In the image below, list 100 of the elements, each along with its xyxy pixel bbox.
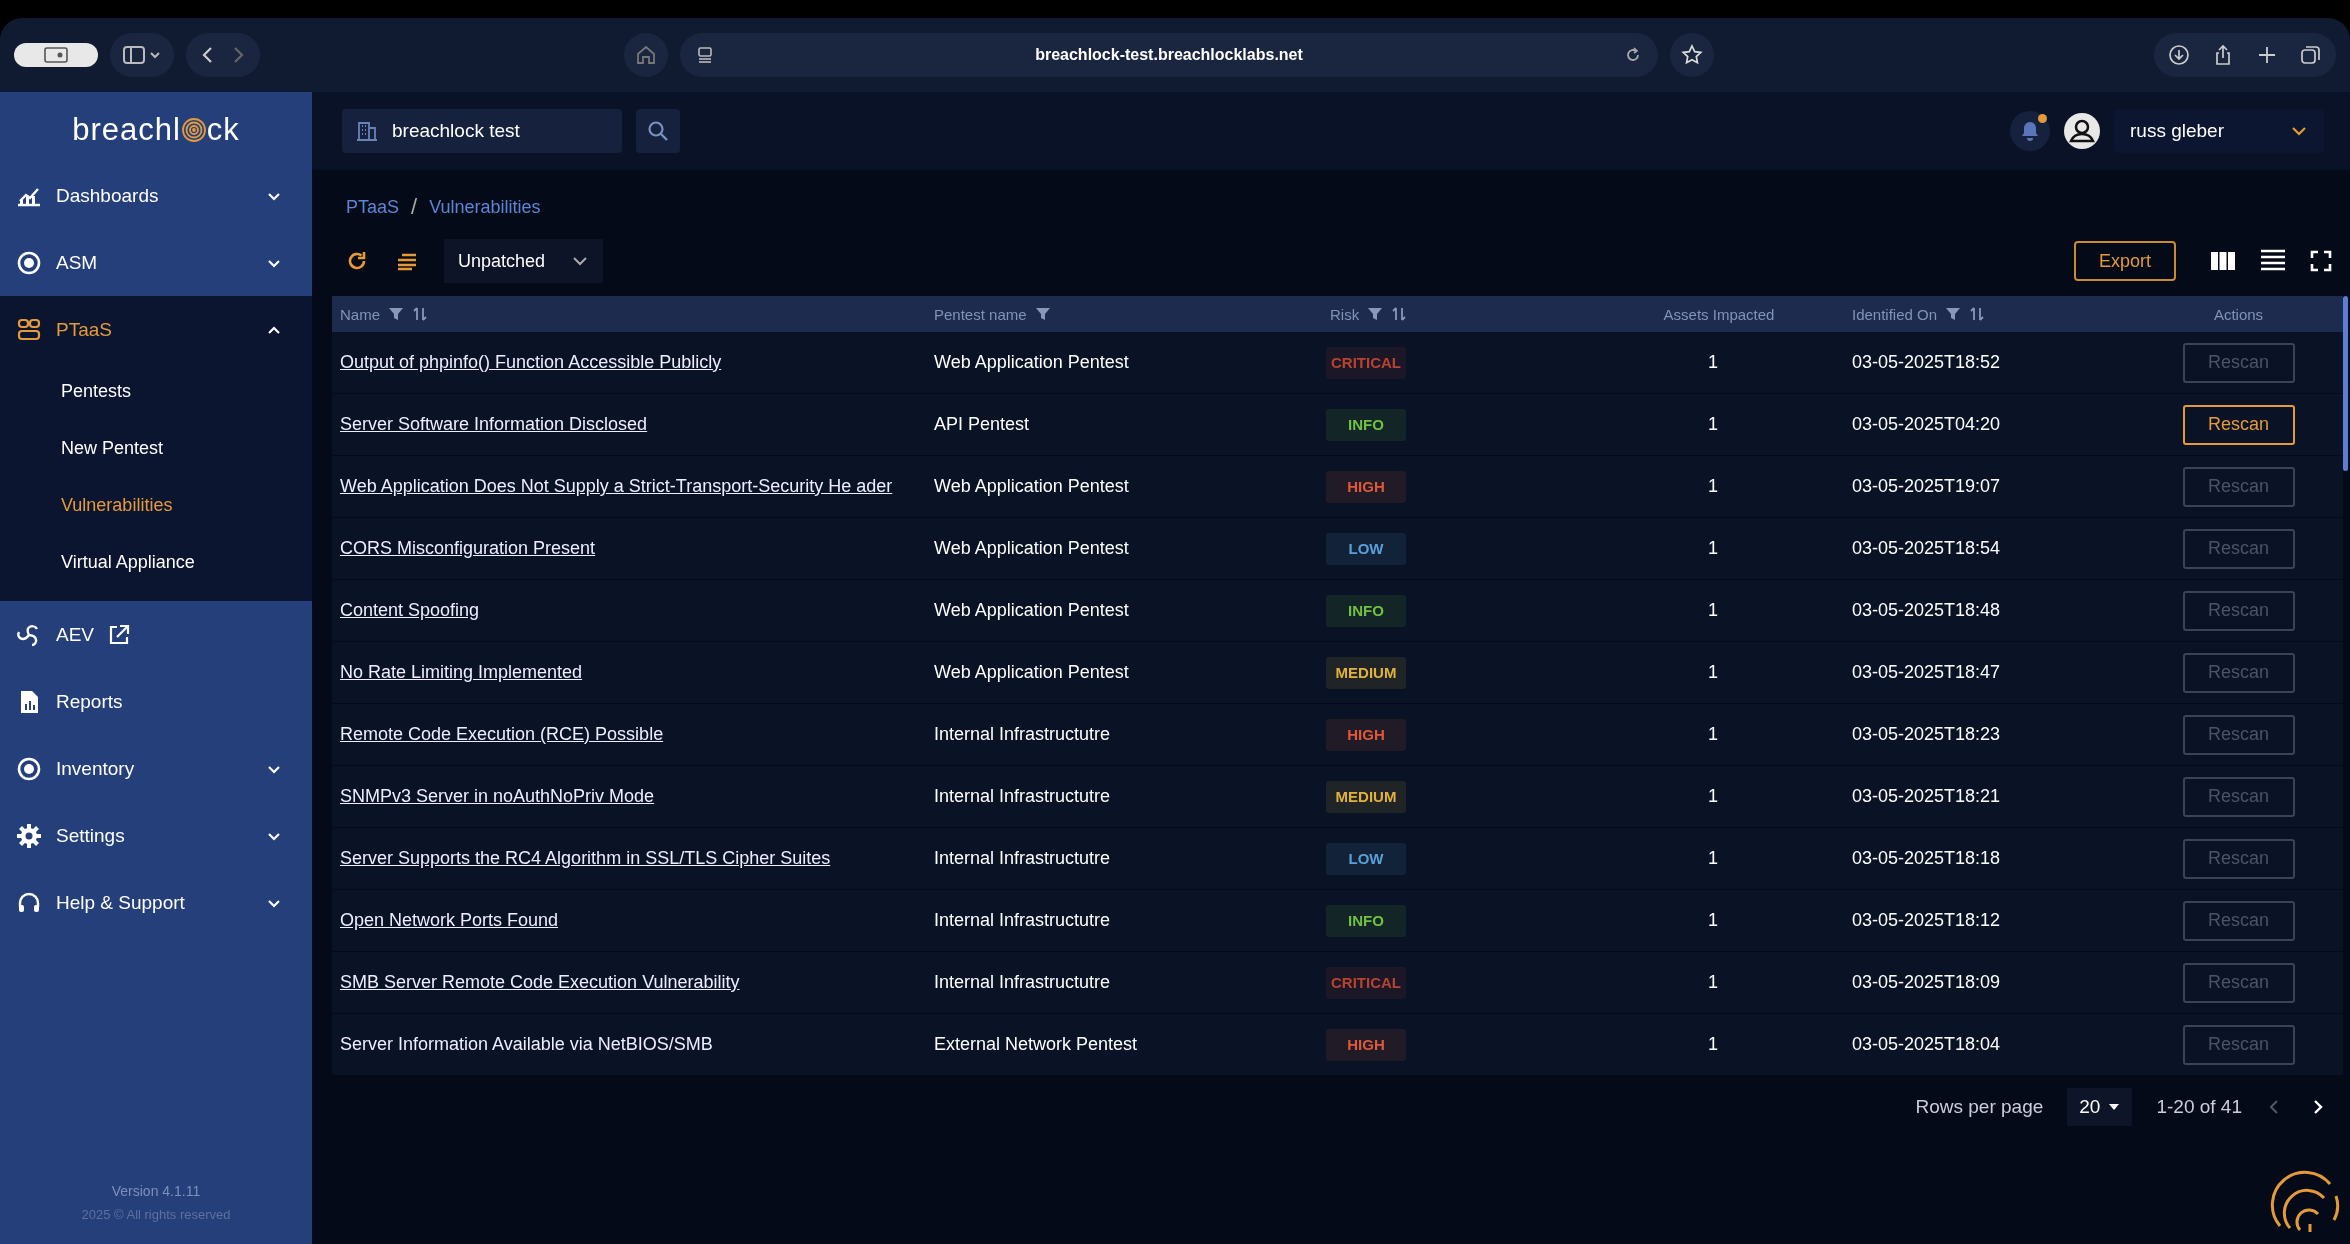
table-cell: 1 [1708, 848, 1718, 868]
url-text: breachlock-test.breachlocklabs.net [1034, 46, 1304, 64]
table-cell: Web Application Pentest [934, 600, 1129, 620]
rows-per-page-label: Rows per page [1915, 1096, 2044, 1118]
column-header: Name [340, 305, 380, 323]
column-header: Actions [2213, 305, 2264, 323]
building-icon [356, 120, 378, 142]
nav-item[interactable]: Help & Support [0, 869, 312, 936]
table-cell: 03-05-2025T18:47 [1852, 662, 2001, 682]
user-menu[interactable]: russ gleber [2114, 109, 2324, 153]
nav-subitem[interactable]: Virtual Appliance [0, 534, 312, 591]
risk-badge: LOW [1326, 842, 1406, 875]
nav-item[interactable]: PTaaS [0, 296, 312, 363]
table-cell: 03-05-2025T18:23 [1852, 724, 2001, 744]
table-cell: Web Application Pentest [934, 662, 1129, 682]
reload-icon[interactable] [1624, 46, 1642, 64]
nav-item[interactable]: Dashboards [0, 162, 312, 229]
notification-button[interactable] [2010, 111, 2050, 151]
sidebar-toggle-button[interactable] [110, 33, 174, 77]
table-cell: Internal Infrastructutre [934, 724, 1111, 744]
risk-badge: LOW [1326, 532, 1406, 565]
nav-item[interactable]: Settings [0, 802, 312, 869]
nav-item[interactable]: AEV [0, 601, 312, 668]
plus-icon[interactable] [2256, 44, 2278, 66]
breadcrumb-separator: / [411, 194, 418, 220]
table-cell: Web Application Pentest [934, 476, 1129, 496]
table-cell: 1 [1708, 476, 1718, 496]
risk-badge: CRITICAL [1326, 966, 1406, 999]
search-button[interactable] [636, 109, 680, 153]
sort-icon[interactable] [1969, 306, 1986, 322]
table-cell: 1 [1708, 600, 1718, 620]
nav-item[interactable]: ASM [0, 229, 312, 296]
table-cell: 03-05-2025T18:04 [1852, 1034, 2001, 1054]
profile-button[interactable] [14, 43, 98, 67]
filter-icon[interactable] [388, 306, 404, 322]
nav-subitem[interactable]: Vulnerabilities [0, 477, 312, 534]
table-cell: 1 [1708, 538, 1718, 558]
column-header: Identified On [1852, 305, 1938, 323]
export-button[interactable]: Export [2074, 241, 2176, 281]
table-cell: 03-05-2025T18:52 [1852, 352, 2001, 372]
table-cell: 03-05-2025T18:09 [1852, 972, 2001, 992]
table-cell: 1 [1708, 724, 1718, 744]
avatar-icon [2064, 113, 2100, 149]
column-header: Assets Impacted [1663, 305, 1775, 323]
table-cell: Internal Infrastructutre [934, 786, 1111, 806]
table-cell: 03-05-2025T18:21 [1852, 786, 2001, 806]
address-bar[interactable]: breachlock-test.breachlocklabs.net [680, 33, 1658, 77]
organization-selector[interactable]: breachlock test [342, 109, 622, 153]
profile-icon [44, 47, 68, 63]
search-icon [647, 120, 669, 142]
nav-item[interactable]: Reports [0, 668, 312, 735]
page-range: 1-20 of 41 [2156, 1096, 2242, 1118]
star-icon [1680, 43, 1704, 67]
scrollbar[interactable] [2343, 296, 2348, 471]
bookmark-button[interactable] [1670, 33, 1714, 77]
table-cell: Internal Infrastructutre [934, 910, 1111, 930]
target-icon [16, 249, 42, 276]
risk-badge: CRITICAL [1326, 346, 1406, 379]
breadcrumb-link[interactable]: Vulnerabilities [429, 196, 541, 218]
sort-icon[interactable] [412, 306, 428, 322]
gear-icon [16, 822, 42, 849]
column-header: Risk [1330, 305, 1360, 323]
column-header: Pentest name [934, 305, 1027, 323]
rows-per-page-select[interactable]: 20 [2067, 1088, 2133, 1126]
table-cell: Internal Infrastructutre [934, 848, 1111, 868]
table-cell: 1 [1708, 972, 1718, 992]
risk-badge: HIGH [1326, 1028, 1406, 1061]
home-button[interactable] [624, 33, 668, 77]
version-text: Version 4.1.11 [111, 1183, 201, 1199]
download-icon[interactable] [2168, 44, 2190, 66]
rescan-button[interactable]: Rescan [2182, 404, 2295, 445]
table-cell: External Network Pentest [934, 1034, 1138, 1054]
sidebar-icon [122, 45, 162, 65]
table-cell: 03-05-2025T19:07 [1852, 476, 2001, 496]
filter-icon[interactable] [1367, 306, 1384, 322]
stack-icon [16, 316, 42, 343]
table-cell: Internal Infrastructutre [934, 972, 1111, 992]
table-cell: 1 [1708, 352, 1718, 372]
table-cell: 1 [1708, 662, 1718, 682]
fullscreen-icon[interactable] [2310, 250, 2332, 272]
nav-subitem[interactable]: Pentests [0, 363, 312, 420]
logo: breachl ck [71, 111, 241, 149]
sort-icon[interactable] [1391, 306, 1408, 322]
filter-icon[interactable] [1034, 306, 1051, 322]
tabs-icon[interactable] [2300, 44, 2322, 66]
risk-badge: INFO [1326, 904, 1406, 937]
page-icon [696, 46, 714, 64]
breadcrumb-link[interactable]: PTaaS [346, 196, 400, 218]
nav-subitem[interactable]: New Pentest [0, 420, 312, 477]
vulnerability-link[interactable]: Server Software Information Disclosed [340, 414, 648, 434]
risk-badge: INFO [1326, 594, 1406, 627]
status-dropdown[interactable]: Unpatched [444, 239, 604, 283]
table-cell: 1 [1708, 910, 1718, 930]
table-cell: 1 [1708, 786, 1718, 806]
table-cell: API Pentest [934, 414, 1030, 434]
table-cell: 03-05-2025T18:54 [1852, 538, 2001, 558]
filter-icon[interactable] [1945, 306, 1962, 322]
risk-badge: MEDIUM [1326, 656, 1406, 689]
risk-badge: HIGH [1326, 470, 1406, 503]
nav-item[interactable]: Inventory [0, 735, 312, 802]
